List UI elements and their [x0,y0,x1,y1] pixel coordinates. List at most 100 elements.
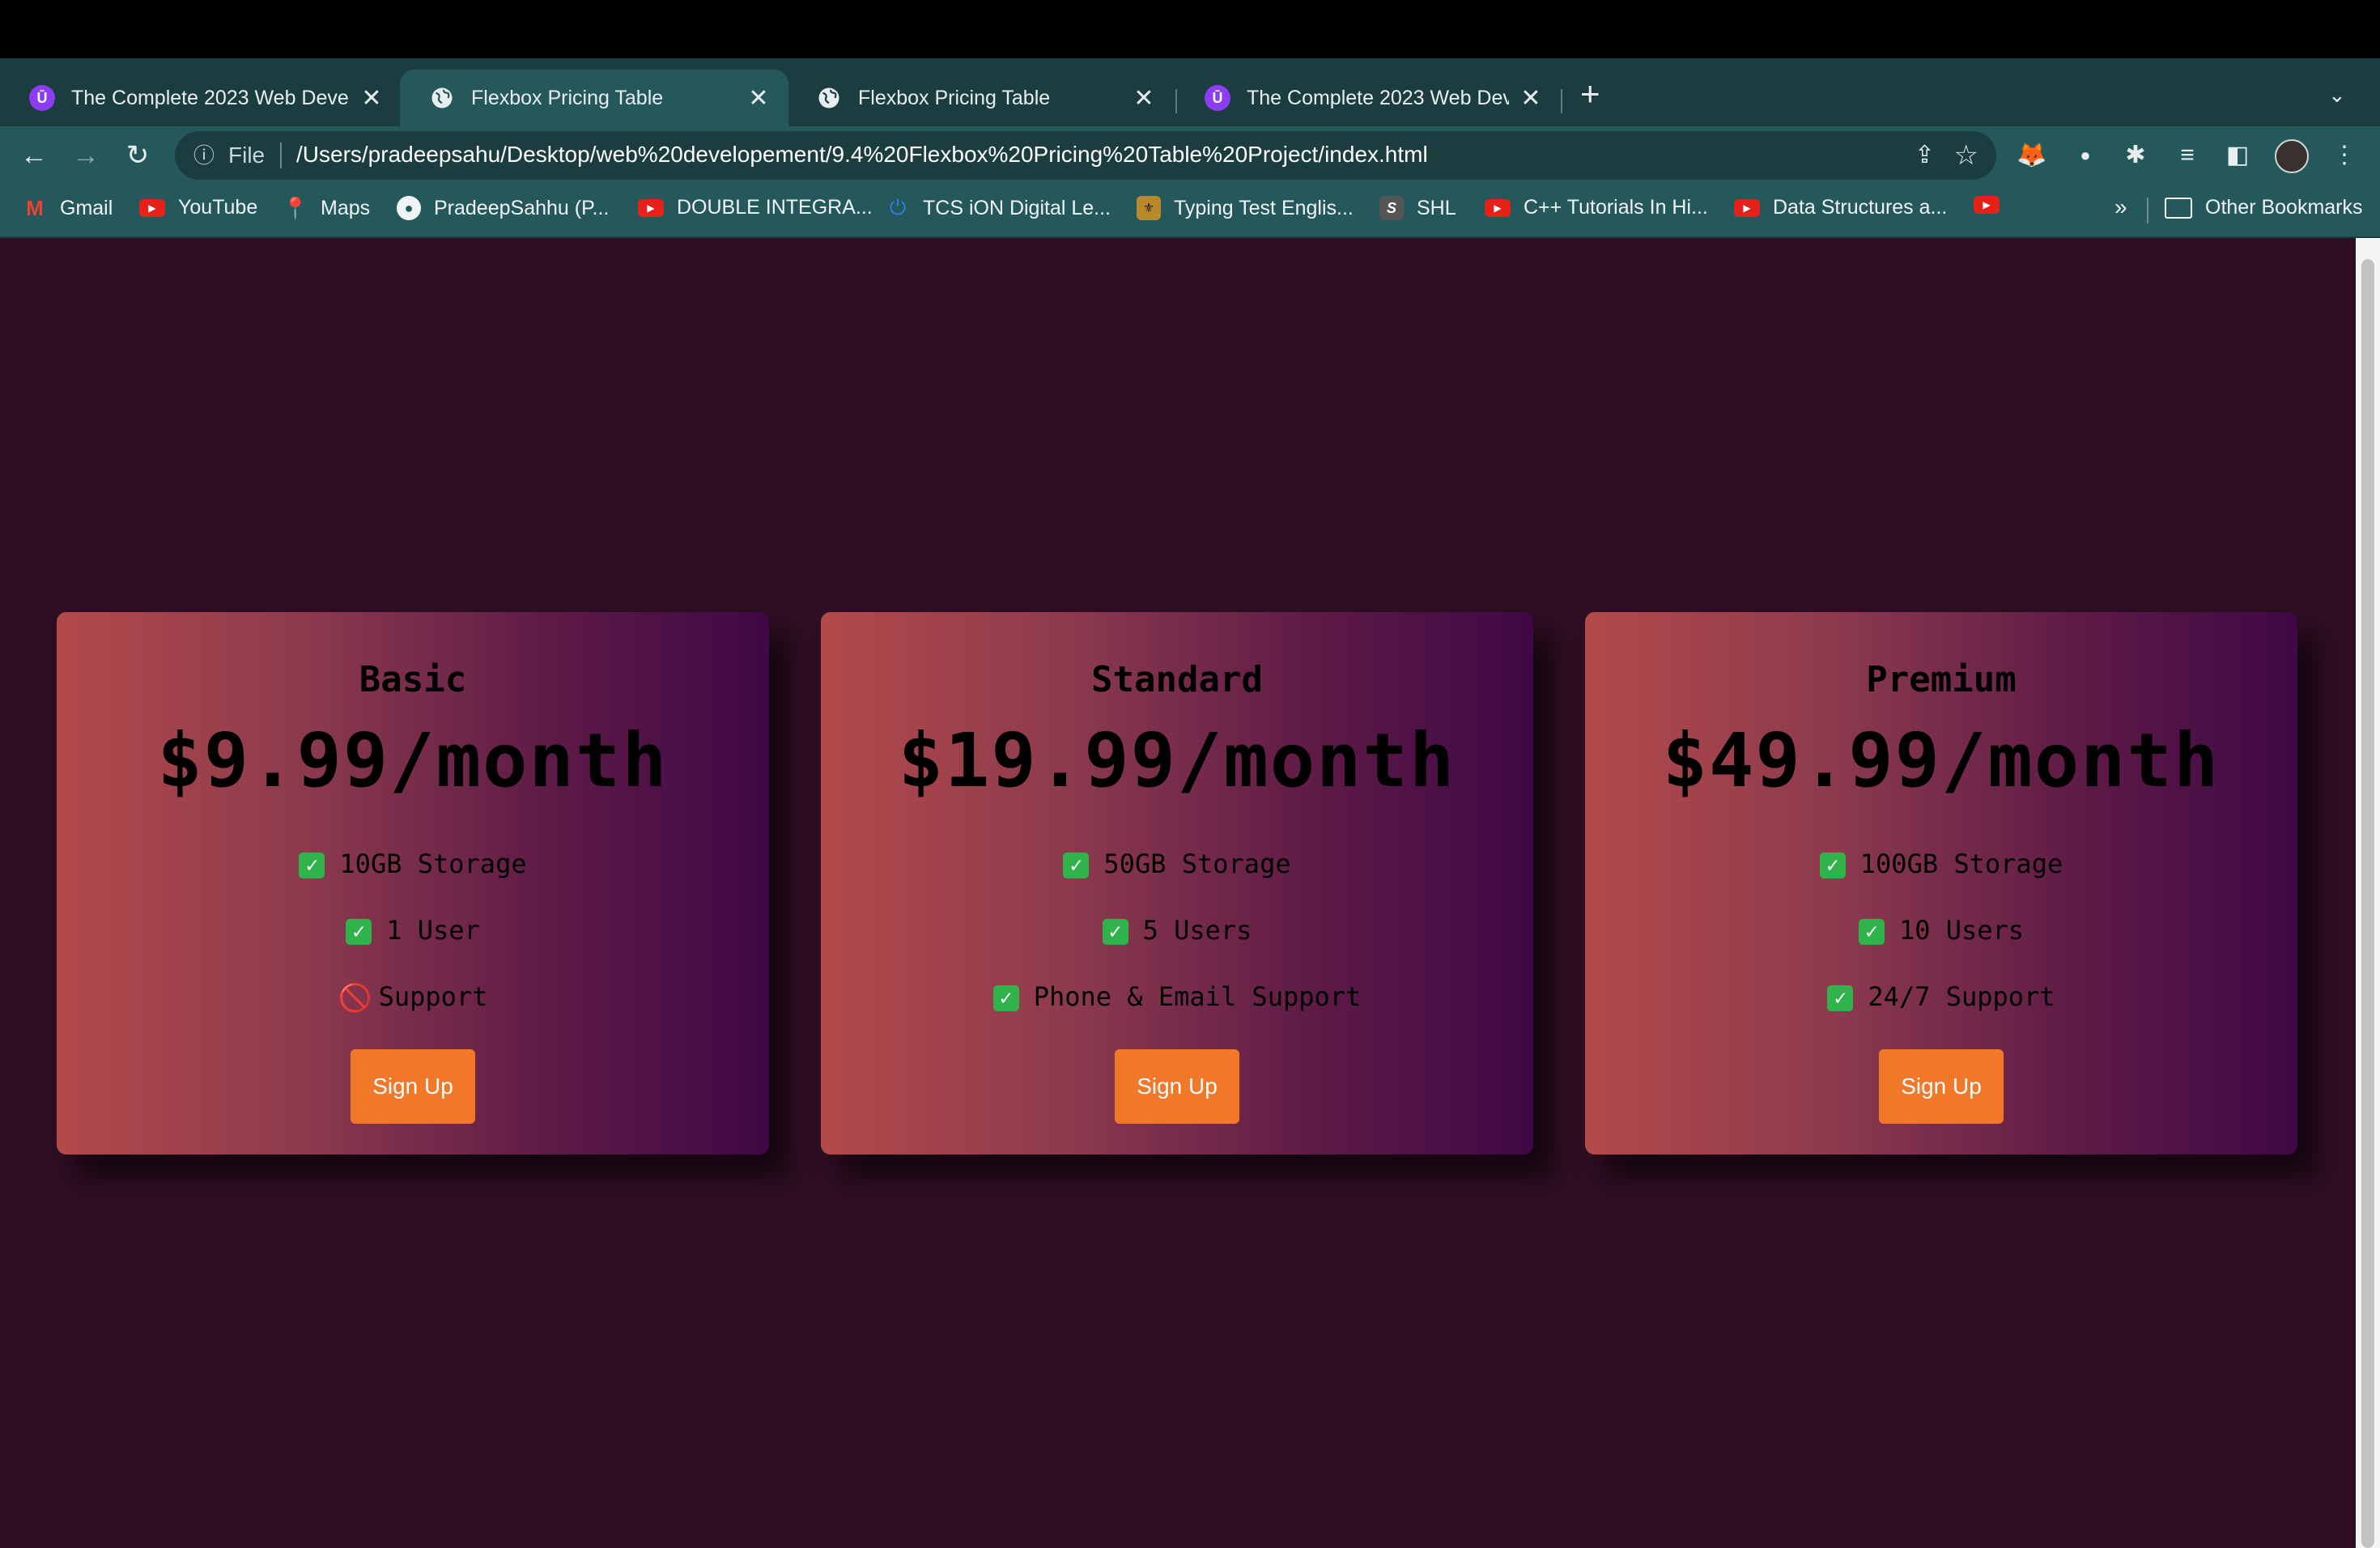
feature-item: ✓ 24/7 Support [1585,981,2297,1012]
plan-price: $19.99/month [898,717,1456,804]
tab-separator [1561,89,1562,113]
omnibox-divider [280,142,282,168]
bookmark-maps[interactable]: 📍 Maps [283,196,370,220]
bookmark-github[interactable]: ● PradeepSahhu (P... [397,196,609,220]
scheme-label: File [228,142,266,168]
check-icon: ✓ [299,853,325,878]
bookmark-data-structures[interactable]: ▶ Data Structures a... [1734,196,1947,219]
profile-avatar[interactable] [2275,139,2309,173]
youtube-icon: ▶ [1974,196,2000,214]
github-icon: ● [397,196,421,220]
bookmark-tcs-ion[interactable]: ⏻ TCS iON Digital Le... [886,195,1111,220]
window-top-bar [0,0,2380,58]
plan-name: Standard [1091,659,1263,700]
shl-icon: S [1379,196,1404,220]
prohibited-icon: 🚫 [338,982,372,1014]
bookmark-cpp-tutorials[interactable]: ▶ C++ Tutorials In Hi... [1485,196,1708,219]
bookmarks-divider [2147,198,2148,223]
puzzle-extensions-icon[interactable]: ✱ [2119,139,2152,172]
tab-flexbox[interactable]: Flexbox Pricing Table ✕ [787,70,1174,126]
feature-text: 5 Users [1142,915,1252,946]
scrollbar-thumb[interactable] [2361,259,2374,1548]
media-controls-icon[interactable]: ≡ [2171,139,2204,172]
feature-text: 100GB Storage [1859,848,2063,879]
folder-icon [2165,197,2192,219]
bookmark-label: Typing Test Englis... [1174,196,1354,219]
bookmark-label: DOUBLE INTEGRA... [677,196,873,219]
check-icon: ✓ [1827,985,1854,1011]
forward-arrow-icon[interactable]: → [70,139,102,172]
feature-text: Phone & Email Support [1033,981,1362,1012]
close-icon[interactable]: ✕ [359,84,384,113]
pricing-card-basic: Basic $9.99/month ✓ 10GB Storage ✓ 1 User … [57,612,769,1155]
browser-toolbar: ← → ↻ ⓘ File /Users/pradeepsahu/Desktop/… [0,126,2380,185]
info-icon[interactable]: ⓘ [191,142,217,168]
feature-text: 10 Users [1898,915,2025,946]
feature-item: 🚫 Support [57,981,769,1012]
feature-text: Support [378,981,488,1012]
check-icon: ✓ [1819,853,1846,878]
extension-dot-icon[interactable]: ● [2069,139,2102,172]
feature-text: 50GB Storage [1103,848,1291,879]
plan-name: Premium [1866,659,2017,700]
power-icon: ⏻ [889,195,907,219]
bookmark-label: YouTube [178,196,258,219]
globe-icon [429,85,455,111]
address-bar[interactable]: ⓘ File /Users/pradeepsahu/Desktop/web%20… [175,131,1996,180]
kebab-menu-icon[interactable]: ⋮ [2328,139,2361,172]
close-icon[interactable]: ✕ [1519,84,1543,113]
bookmark-label: SHL [1417,196,1456,219]
tab-udemy-1[interactable]: Ū The Complete 2023 Web Devel ✕ [0,70,402,126]
bookmark-label: C++ Tutorials In Hi... [1524,196,1708,219]
feature-text: 10GB Storage [339,848,527,879]
bookmark-typing-test[interactable]: ⚜ Typing Test Englis... [1137,196,1354,220]
bookmarks-overflow-chevron-icon[interactable]: » [2114,194,2127,220]
bookmark-star-icon[interactable]: ☆ [1954,139,1978,172]
bookmark-double-integration[interactable]: ▶ DOUBLE INTEGRA... [638,196,873,219]
tab-title: The Complete 2023 Web Devel [1247,86,1509,109]
sign-up-button[interactable]: Sign Up [351,1049,475,1124]
feature-text: 1 User [386,915,480,946]
close-icon[interactable]: ✕ [746,84,771,113]
udemy-icon: Ū [29,85,55,111]
sign-up-button[interactable]: Sign Up [1879,1049,2004,1124]
check-icon: ✓ [346,919,372,945]
feature-item: ✓ 100GB Storage [1585,848,2297,879]
check-icon: ✓ [992,985,1019,1011]
maps-pin-icon: 📍 [282,195,309,220]
plan-price: $49.99/month [1662,717,2221,804]
side-panel-icon[interactable]: ◧ [2221,139,2254,172]
other-bookmarks[interactable]: Other Bookmarks [2165,196,2363,219]
new-tab-button[interactable]: + [1580,77,1600,111]
globe-icon [816,85,842,111]
youtube-icon: ▶ [638,198,664,217]
tab-title: The Complete 2023 Web Devel [71,86,350,109]
check-icon: ✓ [1858,919,1885,945]
tab-udemy-2[interactable]: Ū The Complete 2023 Web Devel ✕ [1175,70,1561,126]
gmail-icon: M [26,195,44,220]
tab-flexbox-active[interactable]: Flexbox Pricing Table ✕ [400,70,788,126]
plan-price: $9.99/month [157,717,669,804]
sign-up-button[interactable]: Sign Up [1115,1049,1239,1124]
url-text[interactable]: /Users/pradeepsahu/Desktop/web%20develop… [296,142,1428,168]
tab-title: Flexbox Pricing Table [471,86,664,109]
feature-item: ✓ Phone & Email Support [821,981,1533,1012]
share-icon[interactable]: ⇪ [1915,141,1935,169]
tab-title: Flexbox Pricing Table [858,86,1051,109]
tab-strip: Ū The Complete 2023 Web Devel ✕ Flexbox … [0,58,2380,126]
feature-text: 24/7 Support [1868,981,2055,1012]
tab-search-chevron-icon[interactable]: ⌄ [2328,83,2346,108]
bookmark-shl[interactable]: S SHL [1379,196,1456,220]
bookmark-youtube[interactable]: ▶ YouTube [139,196,257,219]
close-icon[interactable]: ✕ [1132,84,1156,113]
bookmark-youtube-unlabeled[interactable]: ▶ [1974,196,2012,214]
back-arrow-icon[interactable]: ← [18,139,50,172]
feature-item: ✓ 10GB Storage [57,848,769,879]
youtube-icon: ▶ [139,198,165,217]
youtube-icon: ▶ [1485,198,1511,217]
bookmark-gmail[interactable]: M Gmail [23,196,113,220]
youtube-icon: ▶ [1734,198,1760,217]
reload-icon[interactable]: ↻ [121,139,154,172]
metamask-fox-icon[interactable]: 🦊 [2016,139,2048,172]
bookmarks-bar: M Gmail ▶ YouTube 📍 Maps ● PradeepSahhu … [0,185,2380,238]
